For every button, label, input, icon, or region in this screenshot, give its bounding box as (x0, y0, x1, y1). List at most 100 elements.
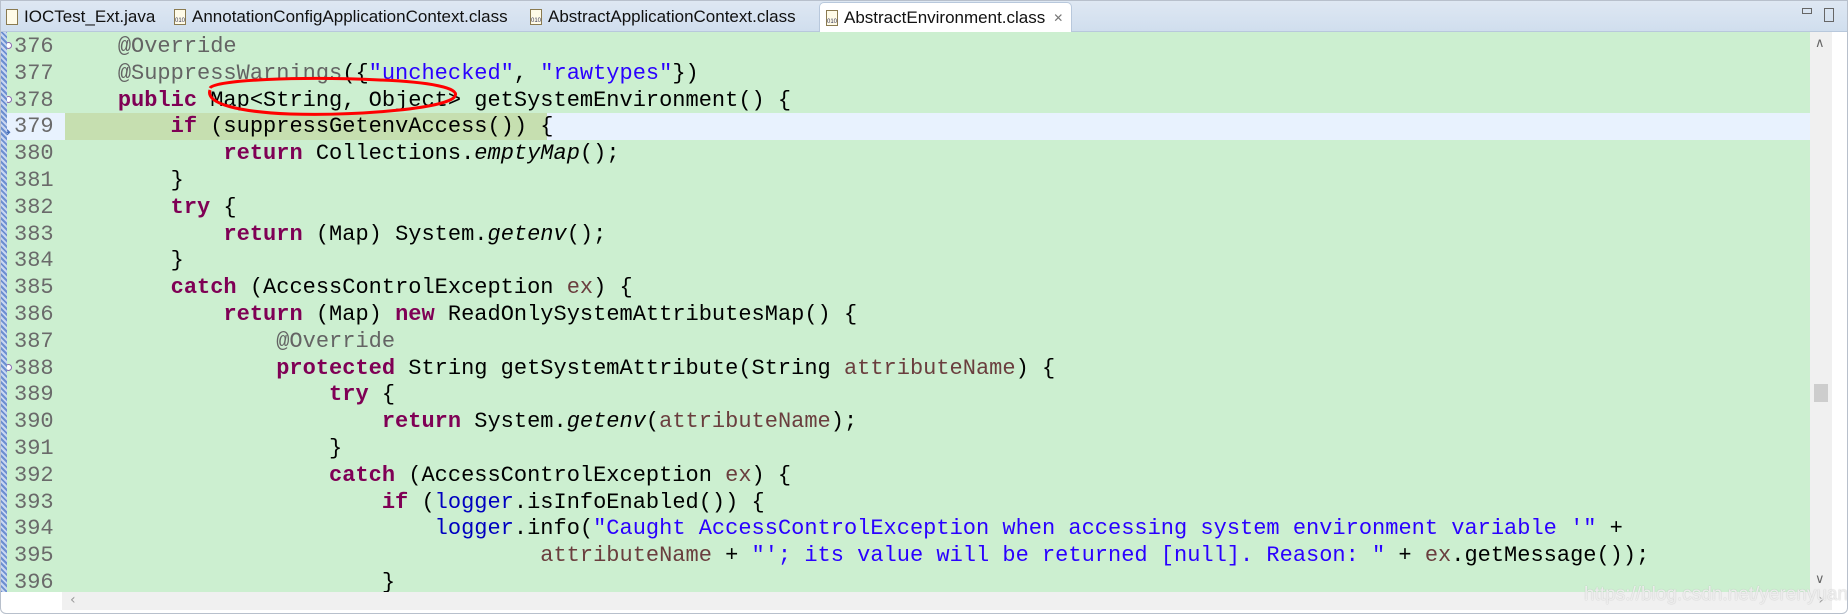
code-token: ex (725, 462, 752, 488)
code-line[interactable]: 380 return Collections.emptyMap(); (0, 140, 1810, 167)
code-line[interactable]: 378 public Map<String, Object> getSystem… (0, 87, 1810, 114)
code-token: @Override (276, 328, 396, 354)
code-token: ); (830, 409, 858, 435)
code-line[interactable]: 386 return (Map) new ReadOnlySystemAttri… (0, 301, 1810, 328)
code-token: }) (672, 60, 699, 86)
vertical-scrollbar[interactable]: ∧ ∨ (1810, 32, 1832, 592)
tab-ioctest-ext-java[interactable]: IOCTest_Ext.java (0, 2, 155, 31)
code-token: String getSystemAttribute(String (395, 355, 844, 381)
line-number: 390 (14, 409, 54, 435)
code-token: + (1385, 543, 1425, 569)
line-number: 386 (14, 302, 54, 327)
code-token: .info( (513, 516, 594, 542)
line-number: 381 (14, 168, 54, 193)
code-line[interactable]: 385 catch (AccessControlException ex) { (0, 274, 1810, 301)
minimize-icon[interactable] (1802, 8, 1812, 14)
code-token: .getMessage()); (1451, 543, 1650, 569)
code-line[interactable]: 393 if (logger.isInfoEnabled()) { (0, 489, 1810, 516)
code-line[interactable]: 392 catch (AccessControlException ex) { (0, 462, 1810, 489)
code-line[interactable]: 382 try { (0, 194, 1810, 221)
code-line[interactable]: 376 @Override (0, 33, 1810, 60)
code-line[interactable]: 389 try { (0, 381, 1810, 408)
class-file-icon: 010 (826, 9, 838, 26)
line-number: 383 (14, 221, 54, 247)
code-token: ) { (751, 462, 792, 488)
code-token: "'; its value will be returned [null]. R… (751, 543, 1386, 569)
line-number: 395 (14, 543, 54, 569)
code-line[interactable]: 394 logger.info("Caught AccessControlExc… (0, 515, 1810, 542)
code-line[interactable]: 396 } (0, 569, 1810, 592)
code-token: (AccessControlException (236, 275, 567, 301)
code-text: if (logger.isInfoEnabled()) { (65, 489, 765, 516)
code-line[interactable]: 390 return System.getenv(attributeName); (0, 408, 1810, 435)
code-token: protected (276, 355, 396, 381)
code-token: return (223, 141, 303, 167)
code-text: @Override (65, 328, 395, 355)
code-token: .isInfoEnabled()) { (513, 489, 765, 515)
code-line[interactable]: 395 attributeName + "'; its value will b… (0, 542, 1810, 569)
code-token: ( (645, 409, 660, 435)
maximize-icon[interactable] (1824, 8, 1834, 22)
code-text: try { (65, 194, 237, 221)
tab-abstract-environment[interactable]: 010 AbstractEnvironment.class ✕ (819, 2, 1073, 32)
code-token: getenv (566, 409, 646, 435)
code-token: @SuppressWarnings (117, 60, 343, 86)
code-token: "Caught AccessControlException when acce… (593, 516, 1597, 542)
code-token: Collections. (302, 141, 475, 167)
code-text: } (65, 167, 184, 194)
code-token: attributeName (843, 355, 1016, 381)
code-token: , (513, 60, 541, 86)
line-number: 387 (14, 328, 54, 354)
code-line[interactable]: 377 @SuppressWarnings({"unchecked", "raw… (0, 60, 1810, 87)
line-number: 384 (14, 248, 54, 274)
tab-label: AnnotationConfigApplicationContext.class (192, 6, 508, 26)
code-text: return (Map) new ReadOnlySystemAttribute… (65, 301, 857, 328)
code-editor[interactable]: 376 @Override 377 @SuppressWarnings({"unc… (0, 32, 1810, 592)
code-text: attributeName + "'; its value will be re… (65, 542, 1649, 569)
code-line[interactable]: 387 @Override (0, 328, 1810, 355)
code-token: new (395, 302, 435, 327)
scroll-up-icon[interactable]: ∧ (1815, 36, 1825, 51)
tab-abstract-application-context[interactable]: 010 AbstractApplicationContext.class (524, 2, 796, 31)
code-token: try (170, 194, 211, 220)
horizontal-scrollbar[interactable]: ‹ › (62, 592, 1832, 610)
close-tab-icon[interactable]: ✕ (1053, 11, 1063, 25)
tab-label: AbstractEnvironment.class (844, 7, 1046, 27)
code-text: protected String getSystemAttribute(Stri… (65, 355, 1055, 382)
line-number: 393 (14, 489, 54, 515)
code-line[interactable]: 383 return (Map) System.getenv(); (0, 221, 1810, 248)
scrollbar-thumb[interactable] (1814, 384, 1828, 402)
line-number: 380 (14, 141, 54, 167)
code-token: attributeName (659, 409, 831, 435)
code-line[interactable]: 381 } (0, 167, 1810, 194)
code-token: return (381, 409, 462, 435)
code-line[interactable]: 391 } (0, 435, 1810, 462)
code-line[interactable]: ➔379 if (suppressGetenvAccess()) { (0, 113, 1810, 141)
code-token: ( (408, 489, 435, 515)
code-token: ex (566, 275, 594, 301)
line-number: 392 (14, 462, 54, 488)
line-number: 378 (14, 87, 54, 113)
scroll-left-icon[interactable]: ‹ (70, 592, 76, 608)
tab-annotation-config-application-context[interactable]: 010 AnnotationConfigApplicationContext.c… (168, 2, 508, 31)
code-line[interactable]: 384 } (0, 247, 1810, 274)
code-token: Map<String, Object> getSystemEnvironment… (197, 87, 792, 113)
code-text: try { (65, 381, 395, 408)
line-number: 388 (14, 355, 54, 381)
code-text: public Map<String, Object> getSystemEnvi… (65, 87, 791, 114)
code-text: } (65, 247, 184, 274)
code-token: (); (566, 221, 607, 247)
class-file-icon: 010 (174, 8, 186, 25)
code-line[interactable]: 388 protected String getSystemAttribute(… (0, 355, 1810, 382)
